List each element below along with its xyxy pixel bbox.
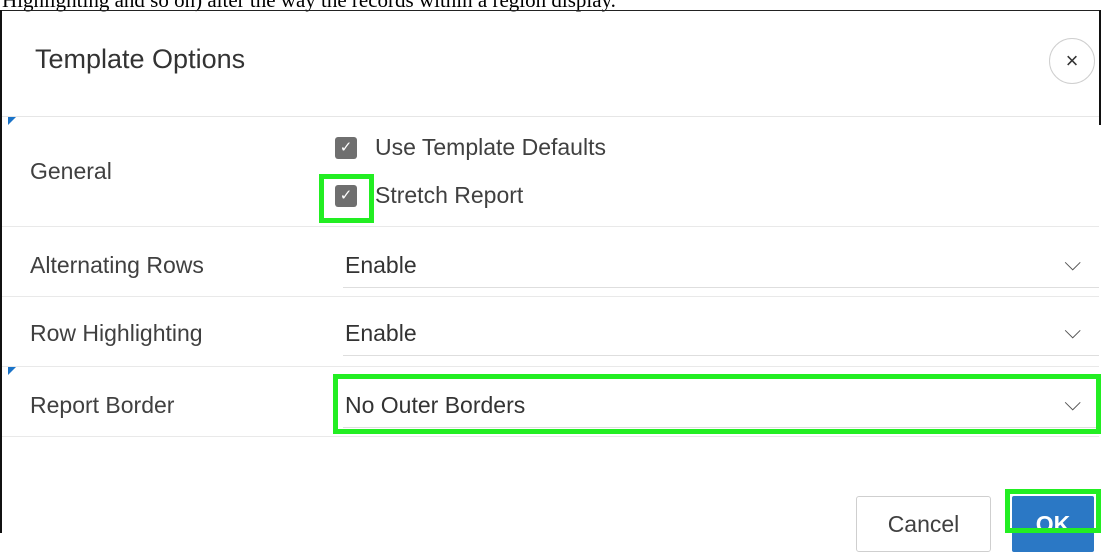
modified-marker xyxy=(8,117,16,125)
stretch-report-option[interactable]: ✓ Stretch Report xyxy=(335,182,523,209)
check-icon: ✓ xyxy=(339,139,353,156)
row-highlighting-label: Row Highlighting xyxy=(30,320,203,346)
close-icon: × xyxy=(1065,48,1079,73)
chevron-down-icon: ⌵ xyxy=(1064,390,1081,415)
use-template-defaults-label: Use Template Defaults xyxy=(375,134,606,160)
alternating-rows-select[interactable]: Enable ⌵ xyxy=(343,244,1099,288)
chevron-down-icon: ⌵ xyxy=(1064,250,1081,275)
check-icon: ✓ xyxy=(339,187,353,204)
report-border-label: Report Border xyxy=(30,392,175,418)
stretch-report-checkbox[interactable]: ✓ xyxy=(335,184,357,207)
alternating-rows-value: Enable xyxy=(345,252,417,278)
close-button[interactable]: × xyxy=(1049,38,1095,84)
report-border-select[interactable]: No Outer Borders ⌵ xyxy=(343,384,1099,428)
ok-button[interactable]: OK xyxy=(1012,496,1094,552)
row-divider xyxy=(2,436,1099,437)
cancel-button[interactable]: Cancel xyxy=(856,496,991,552)
general-label: General xyxy=(30,158,112,184)
alternating-rows-label: Alternating Rows xyxy=(30,252,204,278)
modified-marker xyxy=(8,367,16,375)
use-template-defaults-checkbox[interactable]: ✓ xyxy=(335,136,357,159)
row-divider xyxy=(2,226,1099,227)
dialog-title: Template Options xyxy=(35,44,246,74)
chevron-down-icon: ⌵ xyxy=(1064,318,1081,343)
stretch-report-label: Stretch Report xyxy=(375,182,524,208)
use-template-defaults-option[interactable]: ✓ Use Template Defaults xyxy=(335,134,606,161)
report-border-value: No Outer Borders xyxy=(345,392,526,418)
row-divider xyxy=(2,296,1099,297)
row-highlighting-select[interactable]: Enable ⌵ xyxy=(343,312,1099,356)
dialog-left-edge xyxy=(0,10,2,533)
header-divider xyxy=(2,116,1099,117)
row-highlighting-value: Enable xyxy=(345,320,417,346)
row-divider xyxy=(2,366,1099,367)
